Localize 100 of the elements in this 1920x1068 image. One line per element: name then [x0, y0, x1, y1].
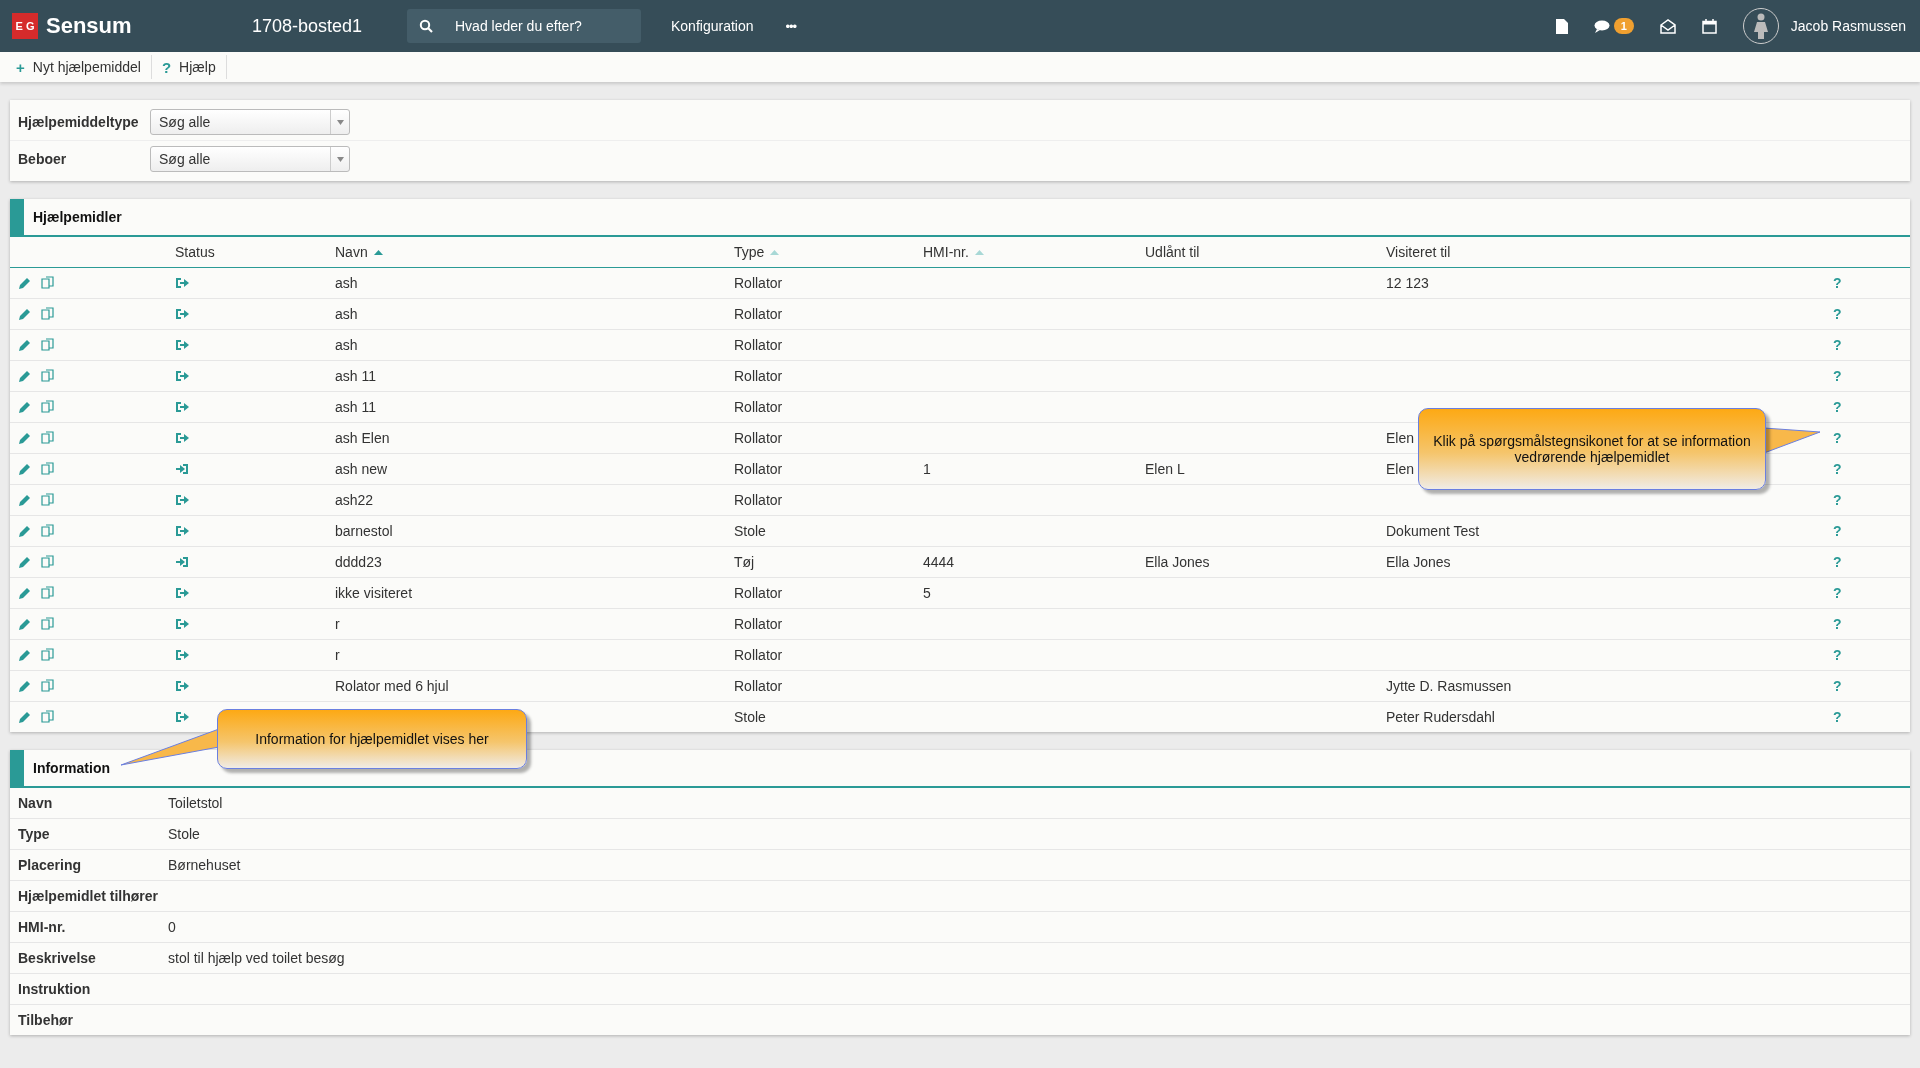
callout-bubble: Information for hjælpemidlet vises her: [217, 709, 527, 769]
table-cell: ash new: [335, 461, 388, 477]
copy-icon[interactable]: [41, 617, 55, 631]
pencil-icon[interactable]: [18, 400, 31, 414]
pencil-icon[interactable]: [18, 555, 31, 569]
help-link[interactable]: ?: [1833, 492, 1842, 508]
toolbar-button[interactable]: ? Hjælp: [151, 55, 227, 79]
exit-icon: [175, 618, 189, 630]
help-link[interactable]: ?: [1833, 678, 1842, 694]
pencil-icon[interactable]: [18, 338, 31, 352]
help-link[interactable]: ?: [1833, 399, 1842, 415]
field-value: stol til hjælp ved toilet besøg: [168, 950, 345, 966]
more-menu[interactable]: •••: [785, 18, 797, 34]
table-cell: Elen: [1386, 461, 1415, 477]
help-link[interactable]: ?: [1833, 554, 1842, 570]
copy-icon[interactable]: [41, 679, 55, 693]
table-cell: 5: [923, 585, 931, 601]
copy-icon[interactable]: [41, 524, 55, 538]
column-header[interactable]: Type: [734, 244, 923, 260]
help-link[interactable]: ?: [1833, 368, 1842, 384]
table-cell: ikke visiteret: [335, 585, 413, 601]
exit-icon: [175, 432, 189, 444]
help-link[interactable]: ?: [1833, 585, 1842, 601]
pencil-icon[interactable]: [18, 493, 31, 507]
exit-icon: [175, 370, 189, 382]
table-cell: 12 123: [1386, 275, 1429, 291]
copy-icon[interactable]: [41, 710, 55, 724]
table-cell: Rollator: [734, 492, 783, 508]
pencil-icon[interactable]: [18, 524, 31, 538]
table-cell: Rollator: [734, 585, 783, 601]
table-cell: Peter Rudersdahl: [1386, 709, 1495, 725]
copy-icon[interactable]: [41, 648, 55, 662]
field-value: Børnehuset: [168, 857, 241, 873]
table-cell: Rollator: [734, 430, 783, 446]
pencil-icon[interactable]: [18, 307, 31, 321]
help-link[interactable]: ?: [1833, 709, 1842, 725]
column-header[interactable]: HMI-nr.: [923, 244, 1145, 260]
help-link[interactable]: ?: [1833, 275, 1842, 291]
dropdown[interactable]: Søg alle: [150, 146, 350, 172]
pencil-icon[interactable]: [18, 276, 31, 290]
menu-item[interactable]: Konfiguration: [671, 18, 754, 34]
copy-icon[interactable]: [41, 276, 55, 290]
column-header[interactable]: Udlånt til: [1145, 244, 1386, 260]
pencil-icon[interactable]: [18, 710, 31, 724]
caret-icon: [336, 119, 344, 125]
table-cell: Rollator: [734, 368, 783, 384]
copy-icon[interactable]: [41, 307, 55, 321]
user-name[interactable]: Jacob Rasmussen: [1790, 18, 1906, 34]
pencil-icon[interactable]: [18, 586, 31, 600]
search-field[interactable]: Hvad leder du efter?: [407, 9, 641, 43]
table-cell: Stole: [734, 523, 766, 539]
copy-icon[interactable]: [41, 338, 55, 352]
copy-icon[interactable]: [41, 586, 55, 600]
field-value: Toiletstol: [168, 795, 223, 811]
pencil-icon[interactable]: [18, 617, 31, 631]
copy-icon[interactable]: [41, 369, 55, 383]
column-header[interactable]: Navn: [335, 244, 734, 260]
copy-icon[interactable]: [41, 400, 55, 414]
help-link[interactable]: ?: [1833, 306, 1842, 322]
copy-icon[interactable]: [41, 555, 55, 569]
table-cell: Rollator: [734, 461, 783, 477]
help-link[interactable]: ?: [1833, 337, 1842, 353]
help-link[interactable]: ?: [1833, 523, 1842, 539]
pencil-icon[interactable]: [18, 431, 31, 445]
dropdown[interactable]: Søg alle: [150, 109, 350, 135]
filter-label: Beboer: [17, 151, 68, 167]
panel-title: Information: [33, 760, 110, 776]
help-link[interactable]: ?: [1833, 647, 1842, 663]
field-label: Placering: [18, 857, 83, 873]
table-cell: Elen L: [1145, 461, 1185, 477]
column-header[interactable]: Status: [175, 244, 335, 260]
table-cell: ash 11: [335, 399, 376, 415]
copy-icon[interactable]: [41, 493, 55, 507]
pencil-icon[interactable]: [18, 462, 31, 476]
site-name: 1708-bosted1: [252, 15, 364, 37]
exit-icon: [175, 649, 189, 661]
calendar-icon[interactable]: [1701, 18, 1717, 34]
copy-icon[interactable]: [41, 431, 55, 445]
column-header[interactable]: Visiteret til: [1386, 244, 1833, 260]
table-cell: Jytte D. Rasmussen: [1386, 678, 1512, 694]
pencil-icon[interactable]: [18, 369, 31, 383]
table-cell: Rollator: [734, 678, 783, 694]
help-link[interactable]: ?: [1833, 616, 1842, 632]
help-link[interactable]: ?: [1833, 430, 1842, 446]
chat-icon[interactable]: [1593, 19, 1610, 33]
exit-icon: [175, 680, 189, 692]
field-label: Type: [18, 826, 51, 842]
pencil-icon[interactable]: [18, 679, 31, 693]
table-cell: dddd23: [335, 554, 382, 570]
envelope-icon[interactable]: [1659, 18, 1676, 34]
document-icon[interactable]: [1555, 18, 1568, 34]
table-cell: Rollator: [734, 616, 783, 632]
search-icon: [419, 19, 433, 33]
toolbar-button[interactable]: + Nyt hjælpemiddel: [6, 55, 152, 79]
notification-badge: 1: [1613, 18, 1634, 34]
pencil-icon[interactable]: [18, 648, 31, 662]
table-cell: ash Elen: [335, 430, 390, 446]
copy-icon[interactable]: [41, 462, 55, 476]
help-link[interactable]: ?: [1833, 461, 1842, 477]
table-cell: Dokument Test: [1386, 523, 1480, 539]
